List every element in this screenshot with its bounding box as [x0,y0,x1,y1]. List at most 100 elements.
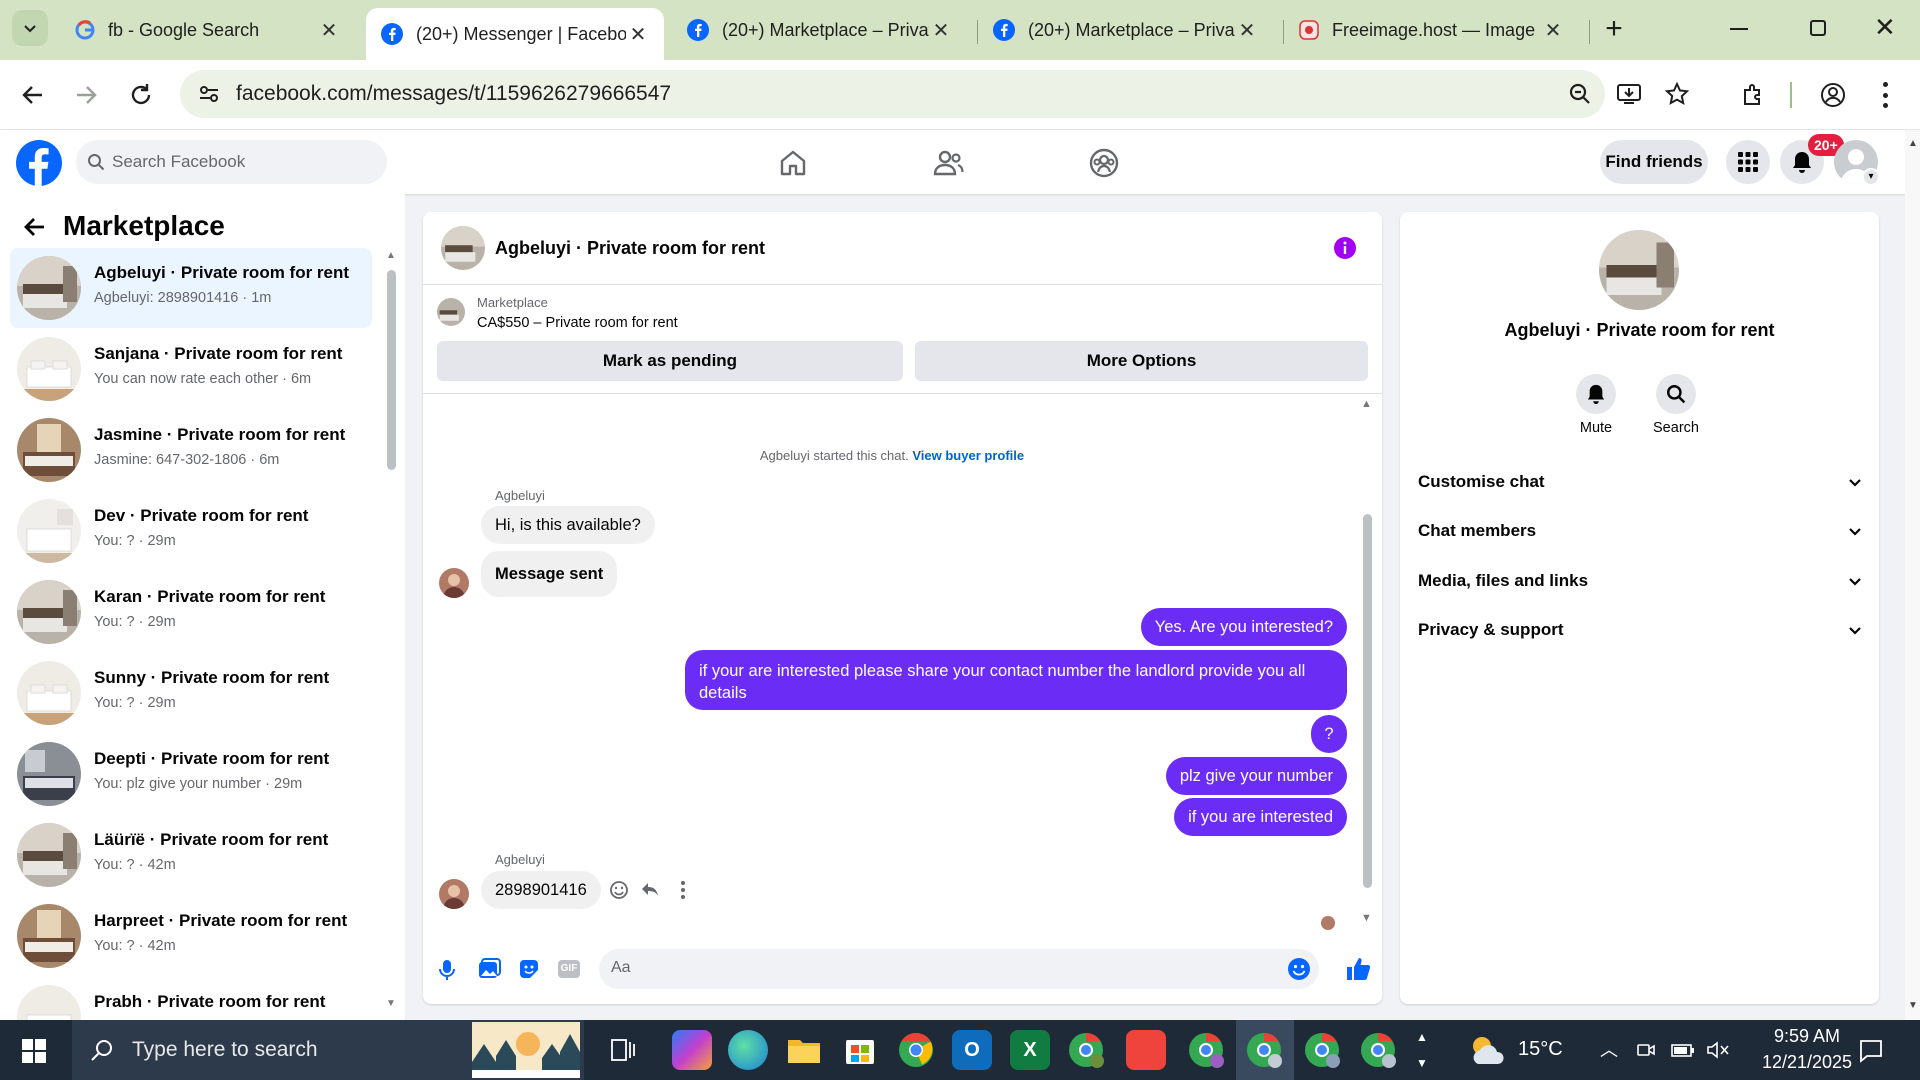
new-tab-plus-icon[interactable]: + [1598,14,1630,46]
message-composer-input[interactable]: Aa [599,949,1319,989]
conversation-item[interactable]: Läürïë · Private room for rent You: ? · … [10,815,372,895]
account-chevron-icon[interactable]: ▾ [1862,168,1880,186]
restore-window-icon[interactable] [1810,20,1826,36]
site-settings-icon[interactable] [198,83,220,105]
message-bubble[interactable]: ? [1311,715,1347,753]
more-actions-icon[interactable] [681,881,685,899]
conversation-item[interactable]: Agbeluyi · Private room for rent Agbeluy… [10,248,372,328]
mark-as-pending-button[interactable]: Mark as pending [437,341,903,381]
conversation-item[interactable]: Sunny · Private room for rent You: ? · 2… [10,653,372,733]
friends-icon[interactable] [932,148,964,178]
conversation-item[interactable]: Harpreet · Private room for rent You: ? … [10,896,372,976]
more-options-button[interactable]: More Options [915,341,1368,381]
conversation-item[interactable]: Dev · Private room for rent You: ? · 29m [10,491,372,571]
chrome-profile-icon[interactable] [1302,1030,1342,1070]
emoji-icon[interactable] [1287,957,1311,981]
photo-icon[interactable] [477,958,501,980]
conversation-item[interactable]: Prabh · Private room for rent [10,977,372,1020]
chat-title[interactable]: Agbeluyi · Private room for rent [495,238,765,259]
react-smiley-icon[interactable] [609,880,629,900]
like-thumb-icon[interactable] [1345,956,1371,982]
show-hidden-icons-chevron-icon[interactable]: ︿ [1600,1036,1618,1062]
copilot-icon[interactable] [672,1030,712,1070]
message-bubble[interactable]: plz give your number [1165,757,1347,795]
volume-muted-icon[interactable] [1706,1040,1730,1060]
clock-date[interactable]: 12/21/2025 [1752,1052,1862,1073]
details-avatar[interactable] [1599,230,1679,310]
close-tab-icon[interactable]: ✕ [929,18,953,43]
notification-center-icon[interactable] [1858,1038,1884,1064]
address-bar[interactable]: facebook.com/messages/t/1159626279666547 [180,70,1690,118]
conversation-item[interactable]: Deepti · Private room for rent You: plz … [10,734,372,814]
windows-start-icon[interactable] [22,1039,46,1063]
weather-temperature[interactable]: 15°C [1518,1038,1563,1061]
section-chat-members[interactable]: Chat members [1418,511,1863,551]
install-app-icon[interactable] [1616,82,1642,106]
chrome-profile-icon[interactable] [1066,1030,1106,1070]
conversation-list-scrollbar[interactable]: ▲ ▼ [384,250,398,1010]
sticker-icon[interactable] [518,958,540,980]
back-arrow-icon[interactable] [22,214,48,240]
page-scrollbar[interactable]: ▲ ▼ [1905,130,1920,1020]
profile-icon[interactable] [1820,82,1846,108]
conversation-item[interactable]: Karan · Private room for rent You: ? · 2… [10,572,372,652]
edge-icon[interactable] [728,1030,768,1070]
taskbar-search-box[interactable]: Type here to search [72,1020,584,1080]
menu-grid-button[interactable] [1726,140,1770,184]
browser-tab-freeimage[interactable]: Freeimage.host — Image ✕ [1284,8,1579,52]
browser-tab-google[interactable]: fb - Google Search ✕ [60,8,355,52]
microsoft-store-icon[interactable] [840,1030,880,1070]
chrome-profile-icon[interactable] [1244,1030,1284,1070]
view-buyer-profile-link[interactable]: View buyer profile [912,448,1024,463]
task-view-icon[interactable] [610,1038,636,1062]
microphone-icon[interactable] [437,958,457,982]
taskbar-overflow-arrows[interactable]: ▲ ▼ [1416,1024,1428,1076]
message-bubble[interactable]: Yes. Are you interested? [1140,608,1347,646]
battery-icon[interactable] [1670,1040,1696,1060]
close-tab-icon[interactable]: ✕ [1541,18,1565,43]
listing-thumbnail[interactable] [437,298,465,326]
outlook-icon[interactable]: O [952,1030,992,1070]
home-icon[interactable] [778,148,808,178]
close-tab-icon[interactable]: ✕ [626,22,650,47]
meet-now-icon[interactable] [1636,1040,1656,1060]
back-arrow-icon[interactable] [20,82,46,108]
message-bubble[interactable]: if your are interested please share your… [685,650,1347,710]
bookmark-star-icon[interactable] [1664,81,1690,107]
conversation-item[interactable]: Sanjana · Private room for rent You can … [10,329,372,409]
find-friends-button[interactable]: Find friends [1600,140,1708,184]
browser-menu-icon[interactable] [1882,82,1888,108]
groups-icon[interactable] [1088,147,1120,179]
info-icon[interactable] [1333,236,1357,260]
reload-icon[interactable] [128,82,154,108]
search-in-chat-button[interactable] [1656,374,1696,414]
browser-tab-marketplace-1[interactable]: (20+) Marketplace – Private ✕ [672,8,967,52]
message-bubble[interactable]: Message sent [481,551,618,597]
minimize-window-icon[interactable] [1730,28,1748,30]
reply-icon[interactable] [640,880,660,900]
weather-icon[interactable] [1468,1032,1506,1068]
zoom-icon[interactable] [1568,82,1592,106]
message-bubble[interactable]: 2898901416 [481,871,601,909]
forward-arrow-icon[interactable] [73,82,99,108]
anydesk-icon[interactable] [1126,1030,1166,1070]
mute-button[interactable] [1576,374,1616,414]
gif-icon[interactable]: GIF [558,960,580,978]
clock-time[interactable]: 9:59 AM [1752,1026,1862,1047]
message-scrollbar[interactable]: ▲ ▼ [1360,398,1374,928]
message-bubble[interactable]: if you are interested [1174,798,1347,836]
facebook-search-input[interactable]: Search Facebook [76,140,387,184]
browser-tab-marketplace-2[interactable]: (20+) Marketplace – Private ✕ [978,8,1273,52]
message-bubble[interactable]: Hi, is this available? [481,506,655,544]
facebook-logo-icon[interactable] [16,140,62,186]
section-media-files-links[interactable]: Media, files and links [1418,561,1863,601]
conversation-item[interactable]: Jasmine · Private room for rent Jasmine:… [10,410,372,490]
close-tab-icon[interactable]: ✕ [317,18,341,43]
chrome-profile-icon[interactable] [1358,1030,1398,1070]
section-customise-chat[interactable]: Customise chat [1418,462,1863,502]
close-window-icon[interactable]: ✕ [1874,12,1896,43]
chat-avatar[interactable] [441,226,485,270]
file-explorer-icon[interactable] [784,1030,824,1070]
extensions-icon[interactable] [1740,82,1766,108]
section-privacy-support[interactable]: Privacy & support [1418,610,1863,650]
